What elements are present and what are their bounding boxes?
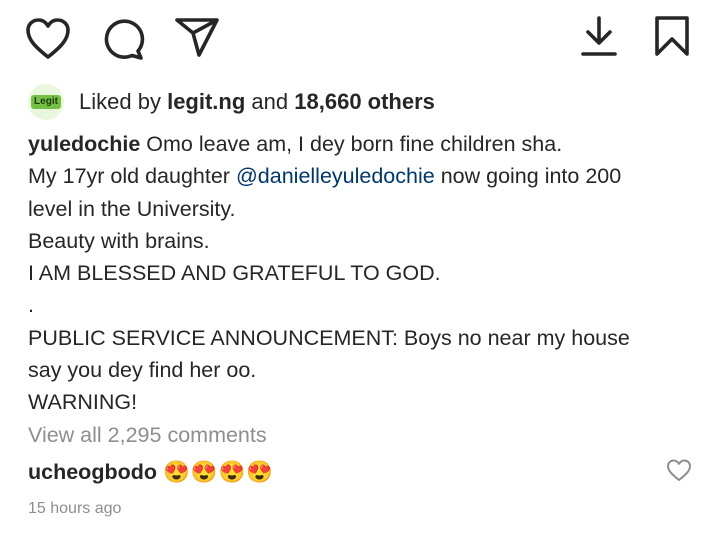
comment-username[interactable]: ucheogbodo: [28, 460, 157, 485]
heart-icon[interactable]: [24, 16, 72, 60]
caption-mention[interactable]: @danielleyuledochie: [236, 164, 435, 188]
likes-prefix: Liked by: [79, 89, 161, 114]
caption-line: WARNING!: [28, 390, 138, 415]
download-icon[interactable]: [580, 14, 618, 58]
likes-conjunction: and: [251, 89, 289, 114]
liker-username[interactable]: legit.ng: [167, 89, 245, 114]
caption-line: yuledochie Omo leave am, I dey born fine…: [28, 128, 698, 160]
caption-line: Beauty with brains.: [28, 228, 210, 253]
caption-line: I AM BLESSED AND GRATEFUL TO GOD.: [28, 261, 441, 286]
legit-logo: Legit: [31, 95, 61, 109]
caption-line: say you dey find her oo.: [28, 358, 257, 383]
caption-line: level in the University.: [28, 196, 236, 221]
heart-eyes-emoji: 😍: [246, 459, 274, 484]
caption-line: My 17yr old daughter @danielleyuledochie…: [28, 160, 698, 192]
caption-text: now going into 200: [440, 164, 622, 189]
view-all-comments-link[interactable]: View all 2,295 comments: [28, 423, 267, 448]
caption-text: My 17yr old daughter: [28, 164, 230, 189]
post-caption: yuledochie Omo leave am, I dey born fine…: [28, 128, 698, 419]
comment-text: 😍 😍 😍 😍: [163, 460, 274, 485]
comment-heart-icon[interactable]: [666, 458, 692, 482]
liker-avatar[interactable]: Legit: [28, 84, 64, 120]
caption-line: .: [28, 293, 34, 318]
send-icon[interactable]: [174, 16, 220, 58]
top-comment: ucheogbodo 😍 😍 😍 😍: [28, 456, 274, 488]
heart-eyes-emoji: 😍: [190, 459, 218, 484]
caption-username[interactable]: yuledochie: [28, 132, 140, 156]
comment-icon[interactable]: [100, 16, 146, 62]
heart-eyes-emoji: 😍: [162, 459, 190, 484]
bookmark-icon[interactable]: [654, 15, 690, 57]
likes-count[interactable]: 18,660 others: [294, 89, 435, 114]
likes-summary: Liked by legit.ng and 18,660 others: [79, 89, 435, 115]
caption-line: PUBLIC SERVICE ANNOUNCEMENT: Boys no nea…: [28, 325, 630, 350]
heart-eyes-emoji: 😍: [218, 459, 246, 484]
post-action-bar: [0, 0, 720, 80]
post-timestamp: 15 hours ago: [28, 500, 122, 517]
likes-row[interactable]: Legit Liked by legit.ng and 18,660 other…: [28, 84, 435, 120]
caption-text: Omo leave am, I dey born fine children s…: [146, 132, 563, 156]
